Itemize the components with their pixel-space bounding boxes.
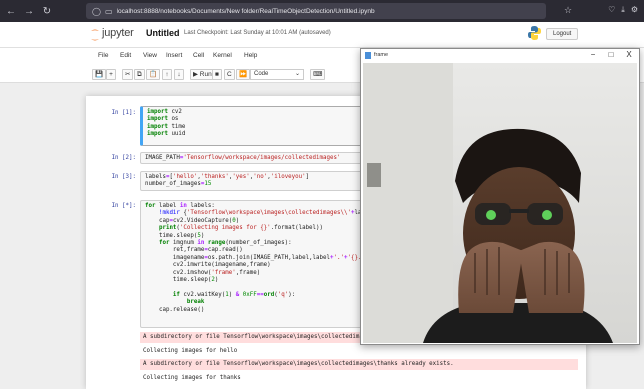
- menu-view[interactable]: View: [143, 52, 157, 59]
- cell-prompt: In [*]:: [111, 203, 136, 209]
- window-app-icon: [365, 52, 371, 59]
- shield-icon: ◯: [92, 6, 101, 16]
- python-kernel-icon: [528, 26, 541, 40]
- extension-icon[interactable]: ⚙: [631, 5, 638, 15]
- cell-type-value: Code: [254, 71, 269, 77]
- paste-button[interactable]: 📋: [146, 69, 161, 80]
- cell-prompt: In [1]:: [111, 110, 136, 116]
- url-text: localhost:8888/notebooks/Documents/New f…: [116, 7, 375, 15]
- restart-button[interactable]: C: [224, 69, 235, 80]
- cut-button[interactable]: ✂: [122, 69, 134, 80]
- stdout-output: Collecting images for thanks: [143, 375, 241, 381]
- jupyter-brand[interactable]: jupyter: [102, 27, 134, 39]
- save-button[interactable]: 💾: [92, 69, 107, 80]
- forward-arrow-icon[interactable]: →: [22, 6, 36, 17]
- move-up-button[interactable]: ↑: [162, 69, 172, 80]
- bookmark-star-icon[interactable]: ☆: [564, 5, 572, 16]
- cell-type-select[interactable]: Code ⌄: [250, 69, 304, 80]
- menu-help[interactable]: Help: [244, 52, 257, 59]
- maximize-icon[interactable]: □: [605, 50, 617, 59]
- address-bar[interactable]: ◯ ▭ localhost:8888/notebooks/Documents/N…: [86, 3, 546, 19]
- move-down-button[interactable]: ↓: [174, 69, 184, 80]
- cell-prompt: In [3]:: [111, 174, 136, 180]
- browser-toolbar: ← → ↻ ◯ ▭ localhost:8888/notebooks/Docum…: [0, 0, 644, 22]
- menu-insert[interactable]: Insert: [166, 52, 182, 59]
- stderr-output: A subdirectory or file Tensorflow\worksp…: [140, 359, 578, 371]
- logout-button[interactable]: Logout: [546, 28, 579, 40]
- frame-titlebar[interactable]: frame − □ X: [361, 49, 639, 63]
- checkpoint-status: Last Checkpoint: Last Sunday at 10:01 AM…: [184, 30, 331, 36]
- menu-cell[interactable]: Cell: [193, 52, 204, 59]
- frame-window-title: frame: [374, 52, 389, 58]
- webcam-frame-image: [363, 63, 637, 343]
- interrupt-button[interactable]: ■: [212, 69, 222, 80]
- back-arrow-icon[interactable]: ←: [4, 6, 18, 17]
- download-icon[interactable]: ⤓: [621, 5, 625, 15]
- reload-icon[interactable]: ↻: [40, 6, 54, 17]
- copy-button[interactable]: ⧉: [134, 69, 145, 80]
- menu-kernel[interactable]: Kernel: [213, 52, 232, 59]
- menu-file[interactable]: File: [98, 52, 108, 59]
- command-palette-button[interactable]: ⌨: [310, 69, 326, 80]
- browser-right-icons: ♡ ⤓ ⚙: [608, 5, 638, 15]
- pocket-icon[interactable]: ♡: [608, 5, 615, 15]
- stdout-output: Collecting images for hello: [143, 348, 238, 354]
- minimize-icon[interactable]: −: [587, 50, 599, 59]
- jupyter-logo-icon[interactable]: [90, 28, 100, 42]
- frame-window[interactable]: frame − □ X: [360, 48, 640, 345]
- menu-edit[interactable]: Edit: [120, 52, 131, 59]
- cell-prompt: In [2]:: [111, 155, 136, 161]
- code-input[interactable]: import cv2 import os import time import …: [140, 106, 390, 146]
- notebook-title[interactable]: Untitled: [146, 28, 180, 38]
- close-icon[interactable]: X: [623, 50, 635, 59]
- jupyter-header: jupyter Untitled Last Checkpoint: Last S…: [0, 22, 644, 48]
- page-icon: ▭: [104, 6, 113, 16]
- chevron-down-icon: ⌄: [294, 71, 300, 77]
- restart-run-all-button[interactable]: ⏩: [236, 69, 251, 80]
- insert-cell-button[interactable]: +: [106, 69, 116, 80]
